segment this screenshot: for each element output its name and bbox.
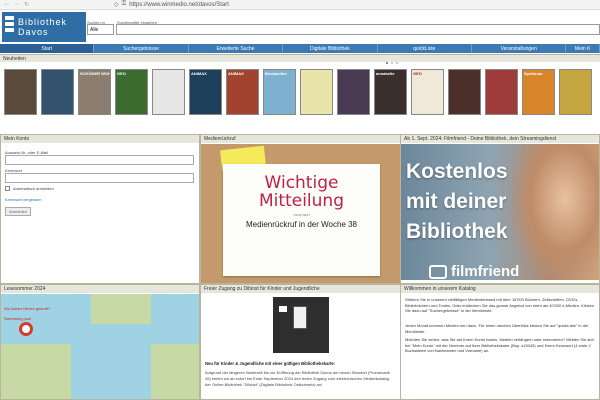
free-access-text: Aufgrund der längeren Wartezeit bis zur …: [205, 370, 390, 387]
banner-line3: Bibliothek: [406, 220, 508, 243]
logo-line1: Bibliothek: [18, 17, 68, 27]
nav-my-account[interactable]: Mein K: [566, 44, 600, 53]
recall-heading: Medienrückruf: [201, 135, 401, 143]
target-icon: [19, 322, 33, 336]
forward-icon[interactable]: →: [14, 1, 20, 8]
free-access-title: Neu für Kinder & Jugendliche mit einer g…: [205, 361, 336, 366]
logo-icon: [5, 16, 14, 38]
welcome-panel: Willkommen in unserem Katalog Stöbern Si…: [400, 284, 600, 400]
nav-advanced-search[interactable]: Erweiterte Suche: [189, 44, 284, 53]
recall-subtitle: Medienrückruf in der Woche 38: [245, 220, 358, 229]
media-cover[interactable]: [559, 69, 592, 115]
carousel-dot[interactable]: [391, 62, 393, 64]
login-heading: Mein Konto: [1, 135, 199, 143]
remember-checkbox[interactable]: [5, 186, 10, 191]
welcome-paragraph: Möchten Sie sehen, was Sie auf Ihrem Kon…: [405, 337, 595, 353]
cover-title: SCHÖNER WOHNEN: [80, 71, 111, 76]
remember-label: Automatisch anmelden: [13, 186, 54, 191]
login-button[interactable]: Anmelden: [5, 207, 31, 216]
filmfriend-brand: filmfriend: [451, 263, 520, 280]
cover-title: Spektrum: [524, 71, 543, 76]
media-cover[interactable]: [4, 69, 37, 115]
banner-line1: Kostenlos: [406, 160, 508, 183]
logo-line2: Davos: [18, 27, 49, 37]
media-cover[interactable]: SCHÖNER WOHNEN: [78, 69, 111, 115]
nav-digital-library[interactable]: Digitale Bibliothek: [283, 44, 378, 53]
reading-summer-map[interactable]: Wo haben Hexen gesurft? Swimming pool: [1, 294, 199, 399]
nav-events[interactable]: Veranstaltungen: [472, 44, 567, 53]
password-field[interactable]: [5, 173, 194, 183]
banner-line2: mit deiner: [406, 190, 507, 213]
notice-paper: Wichtige Mitteilung YOUR TEXT Medienrück…: [223, 164, 380, 276]
free-access-panel: Freier Zugang zu Dibiost für Kinder und …: [200, 284, 402, 400]
search-input[interactable]: [116, 24, 600, 35]
map-label: Wo haben Hexen gesurft?: [4, 306, 51, 311]
media-cover[interactable]: [485, 69, 518, 115]
carousel-dots: [386, 62, 398, 64]
recall-small-text: YOUR TEXT: [292, 213, 311, 217]
person-image: [511, 144, 599, 280]
lock-icon: ⚿: [121, 1, 127, 7]
reading-summer-heading: Lesesommer 2024: [1, 285, 199, 293]
nav-start[interactable]: Start: [0, 44, 95, 53]
media-cover[interactable]: Beobachter: [263, 69, 296, 115]
dibiost-image[interactable]: [273, 297, 329, 353]
dibiost-logo-icon: [279, 306, 287, 312]
media-cover[interactable]: ANIMAX: [189, 69, 222, 115]
welcome-paragraph: Jeden Monat kommen Medien neu dazu. Für …: [405, 323, 589, 334]
land-shape: [151, 344, 199, 399]
recall-panel: Medienrückruf Wichtige Mitteilung YOUR T…: [200, 134, 402, 284]
back-icon[interactable]: ←: [4, 1, 10, 8]
media-cover[interactable]: GEO: [411, 69, 444, 115]
media-cover[interactable]: [337, 69, 370, 115]
welcome-heading: Willkommen in unserem Katalog: [401, 285, 599, 293]
media-cover[interactable]: annabelle: [374, 69, 407, 115]
search-scope-select[interactable]: Alle: [87, 24, 114, 35]
map-label: Swimming pool: [4, 316, 32, 321]
recall-title-line1: Wichtige: [264, 173, 339, 193]
user-field[interactable]: [5, 155, 194, 165]
media-cover[interactable]: [152, 69, 185, 115]
browser-nav: ← → ↻: [0, 1, 29, 8]
new-releases-heading: Neuheiten: [0, 54, 600, 62]
media-cover[interactable]: [448, 69, 481, 115]
free-access-heading: Freier Zugang zu Dibiost für Kinder und …: [201, 285, 401, 293]
recall-title-line2: Mitteilung: [259, 191, 344, 211]
cover-title: Beobachter: [265, 71, 288, 76]
nav-quicklist[interactable]: quickListe: [378, 44, 472, 53]
browser-toolbar: ← → ↻ ◇ ⚿ https://www.winmedio.net/davos…: [0, 0, 600, 10]
play-icon: [429, 265, 447, 279]
media-cover[interactable]: ANIMAX: [226, 69, 259, 115]
nav-search-results[interactable]: Suchergebnisse: [94, 44, 189, 53]
cover-title: ANIMAX: [228, 71, 244, 76]
media-cover[interactable]: Spektrum: [522, 69, 555, 115]
url-text[interactable]: https://www.winmedio.net/davos/Start: [129, 2, 229, 8]
cover-title: GEO: [117, 71, 126, 76]
cover-title: annabelle: [376, 71, 395, 76]
land-shape: [91, 294, 151, 324]
address-bar[interactable]: ◇ ⚿ https://www.winmedio.net/davos/Start: [24, 1, 229, 8]
cover-title: GEO: [413, 71, 422, 76]
media-cover[interactable]: [41, 69, 74, 115]
shield-icon: ◇: [114, 2, 119, 8]
library-logo[interactable]: Bibliothek Davos: [2, 12, 86, 42]
login-panel: Mein Konto Ausweis-Nr. oder E-Mail Kennw…: [0, 134, 200, 284]
media-cover[interactable]: [300, 69, 333, 115]
media-cover[interactable]: GEO: [115, 69, 148, 115]
welcome-paragraph: Stöbern Sie in unserem vielfältigen Medi…: [405, 297, 595, 313]
filmfriend-heading: Ab 1. Sept. 2024: Filmfriend - Deine Bib…: [401, 135, 599, 143]
main-nav: Start Suchergebnisse Erweiterte Suche Di…: [0, 44, 600, 53]
reading-summer-panel: Lesesommer 2024 Wo haben Hexen gesurft? …: [0, 284, 200, 400]
land-shape: [1, 344, 71, 399]
filmfriend-banner[interactable]: Kostenlos mit deiner Bibliothek filmfrie…: [401, 144, 599, 280]
carousel-dot[interactable]: [386, 62, 388, 64]
carousel-dot[interactable]: [396, 62, 398, 64]
site-header: Bibliothek Davos Suchen in Suchbegriffe …: [0, 10, 600, 44]
cover-title: ANIMAX: [191, 71, 207, 76]
recall-image[interactable]: Wichtige Mitteilung YOUR TEXT Medienrück…: [201, 144, 401, 283]
filmfriend-panel: Ab 1. Sept. 2024: Filmfriend - Deine Bib…: [400, 134, 600, 284]
new-releases-carousel: SCHÖNER WOHNEN GEO ANIMAX ANIMAX Beobachter a…: [0, 62, 600, 130]
forgot-password-link[interactable]: Kennwort vergessen: [5, 197, 41, 202]
phone-screen-icon: [293, 306, 307, 329]
